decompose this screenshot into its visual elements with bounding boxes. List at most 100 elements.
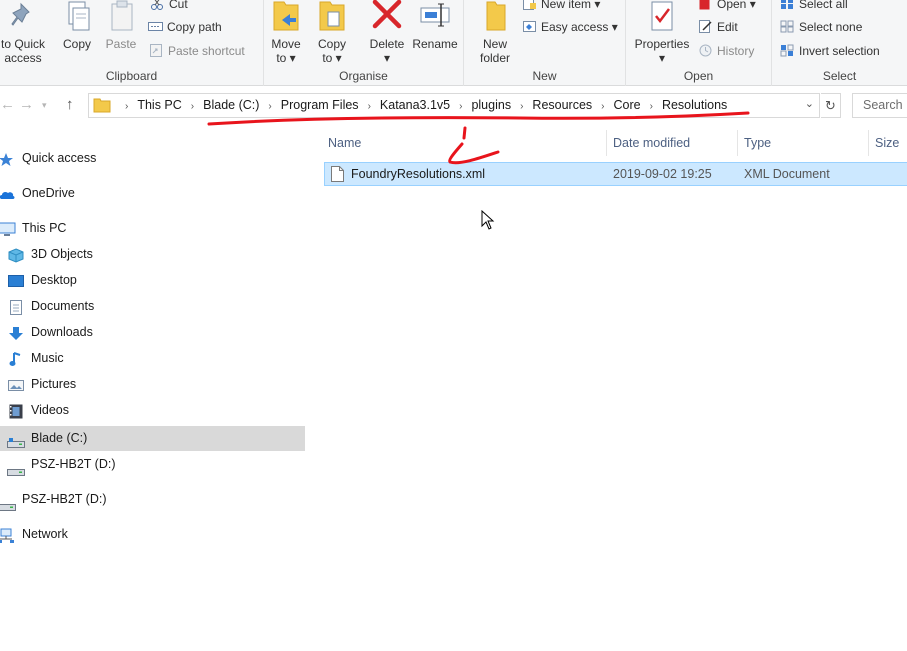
breadcrumb-item[interactable]: Resolutions	[662, 94, 727, 117]
invert-selection-button[interactable]: Invert selection	[780, 43, 880, 59]
column-header-date-modified[interactable]: Date modified	[613, 132, 690, 154]
breadcrumb-separator-icon[interactable]: ›	[459, 95, 462, 118]
search-input[interactable]: Search R	[852, 93, 907, 118]
new-group: New folder New item ▾ Easy access ▾ New	[464, 0, 626, 86]
breadcrumb-separator-icon[interactable]: ›	[601, 95, 604, 118]
breadcrumb-separator-icon[interactable]: ›	[191, 95, 194, 118]
properties-button[interactable]: Properties ▾	[632, 0, 692, 65]
music-note-icon	[9, 351, 25, 366]
nav-item-desktop[interactable]: Desktop	[0, 268, 305, 293]
ribbon: to Quick access Copy Paste Cut Copy path…	[0, 0, 907, 86]
nav-label: This PC	[22, 221, 67, 235]
new-folder-button[interactable]: New folder	[470, 0, 520, 65]
column-divider[interactable]	[606, 130, 607, 156]
breadcrumb-item[interactable]: This PC	[137, 94, 181, 117]
address-bar[interactable]: › This PC › Blade (C:) › Program Files › Katana…	[88, 93, 820, 118]
delete-label-1: Delete	[369, 37, 405, 51]
column-header-name[interactable]: Name	[328, 132, 361, 154]
history-button[interactable]: History	[698, 43, 754, 59]
breadcrumb-item[interactable]: Blade (C:)	[203, 94, 259, 117]
file-row[interactable]: FoundryResolutions.xml 2019-09-02 19:25 …	[324, 162, 907, 186]
star-icon	[0, 151, 14, 166]
new-group-label: New	[532, 69, 557, 83]
nav-item-psz-hb2t-d[interactable]: PSZ-HB2T (D:)	[0, 452, 305, 477]
nav-item-documents[interactable]: Documents	[0, 294, 305, 319]
paste-label: Paste	[105, 37, 137, 51]
clipboard-group-label: Clipboard	[105, 69, 158, 83]
move-to-button[interactable]: Move to ▾	[261, 0, 311, 65]
nav-item-onedrive[interactable]: OneDrive	[0, 181, 305, 206]
drive-icon	[7, 433, 25, 448]
nav-item-downloads[interactable]: Downloads	[0, 320, 305, 345]
nav-label: Music	[31, 351, 64, 365]
nav-label: Blade (C:)	[31, 431, 88, 445]
nav-item-network[interactable]: Network	[0, 522, 305, 547]
nav-item-this-pc[interactable]: This PC	[0, 216, 305, 241]
open-group-label: Open	[683, 69, 714, 83]
select-none-button[interactable]: Select none	[780, 19, 862, 35]
nav-item-videos[interactable]: Videos	[0, 398, 305, 423]
select-all-button[interactable]: Select all	[780, 0, 848, 12]
delete-button[interactable]: Delete ▾	[362, 0, 412, 65]
xml-file-icon	[331, 166, 344, 189]
network-icon	[0, 527, 14, 543]
paste-button[interactable]: Paste	[96, 0, 146, 51]
desktop-icon	[8, 273, 24, 288]
breadcrumb-separator-icon[interactable]: ›	[520, 95, 523, 118]
nav-label: OneDrive	[22, 186, 75, 200]
pin-to-quick-access-button[interactable]: to Quick access	[0, 0, 54, 65]
cut-button[interactable]: Cut	[150, 0, 188, 12]
file-type: XML Document	[744, 167, 830, 181]
history-label: History	[717, 44, 755, 58]
breadcrumb-item[interactable]: Resources	[532, 94, 592, 117]
copy-path-label: Copy path	[167, 20, 222, 34]
history-icon	[698, 44, 713, 57]
nav-label: Quick access	[22, 151, 97, 165]
open-button[interactable]: Open ▾	[698, 0, 756, 12]
address-dropdown-icon[interactable]: ⌄	[805, 97, 814, 110]
file-list: Name Date modified Type Size FoundryReso…	[306, 124, 907, 651]
paste-shortcut-button[interactable]: Paste shortcut	[149, 43, 245, 59]
breadcrumb-separator-icon[interactable]: ›	[268, 95, 271, 118]
pin-icon	[7, 0, 39, 34]
nav-item-quick-access[interactable]: Quick access	[0, 146, 305, 171]
breadcrumb-item[interactable]: Program Files	[281, 94, 359, 117]
nav-item-music[interactable]: Music	[0, 346, 305, 371]
move-to-label-1: Move	[271, 37, 301, 51]
copy-path-button[interactable]: Copy path	[148, 19, 222, 35]
picture-icon	[8, 377, 24, 392]
recent-locations-icon[interactable]: ▾	[42, 100, 47, 111]
copy-button[interactable]: Copy	[52, 0, 102, 51]
easy-access-button[interactable]: Easy access ▾	[522, 19, 618, 35]
delete-label-2: ▾	[383, 51, 391, 65]
nav-item-pictures[interactable]: Pictures	[0, 372, 305, 397]
breadcrumb-item[interactable]: Core	[614, 94, 641, 117]
back-arrow-icon[interactable]: ←	[0, 96, 15, 113]
nav-label: PSZ-HB2T (D:)	[22, 492, 107, 506]
pin-label-2: access	[4, 51, 42, 65]
forward-arrow-icon[interactable]: →	[19, 96, 34, 113]
breadcrumb-separator-icon[interactable]: ›	[368, 95, 371, 118]
column-header-type[interactable]: Type	[744, 132, 771, 154]
column-divider[interactable]	[737, 130, 738, 156]
copy-to-label-1: Copy	[317, 37, 346, 51]
refresh-icon[interactable]: ↻	[821, 93, 841, 118]
column-divider[interactable]	[868, 130, 869, 156]
select-all-label: Select all	[799, 0, 848, 11]
breadcrumb-separator-icon[interactable]: ›	[650, 95, 653, 118]
breadcrumb-item[interactable]: plugins	[471, 94, 511, 117]
breadcrumb-item[interactable]: Katana3.1v5	[380, 94, 450, 117]
new-item-button[interactable]: New item ▾	[522, 0, 600, 12]
copy-to-button[interactable]: Copy to ▾	[307, 0, 357, 65]
nav-item-blade-c[interactable]: Blade (C:)	[0, 426, 305, 451]
edit-button[interactable]: Edit	[698, 19, 738, 35]
document-icon	[9, 299, 25, 315]
nav-item-3d-objects[interactable]: 3D Objects	[0, 242, 305, 267]
up-arrow-icon[interactable]: ↑	[66, 96, 74, 113]
new-folder-label-1: New	[482, 37, 507, 51]
breadcrumb-separator-icon[interactable]: ›	[125, 95, 128, 118]
select-all-icon	[780, 0, 795, 10]
nav-item-psz-hb2t-d-root[interactable]: PSZ-HB2T (D:)	[0, 487, 305, 512]
column-header-size[interactable]: Size	[875, 132, 899, 154]
rename-button[interactable]: Rename	[409, 0, 461, 51]
